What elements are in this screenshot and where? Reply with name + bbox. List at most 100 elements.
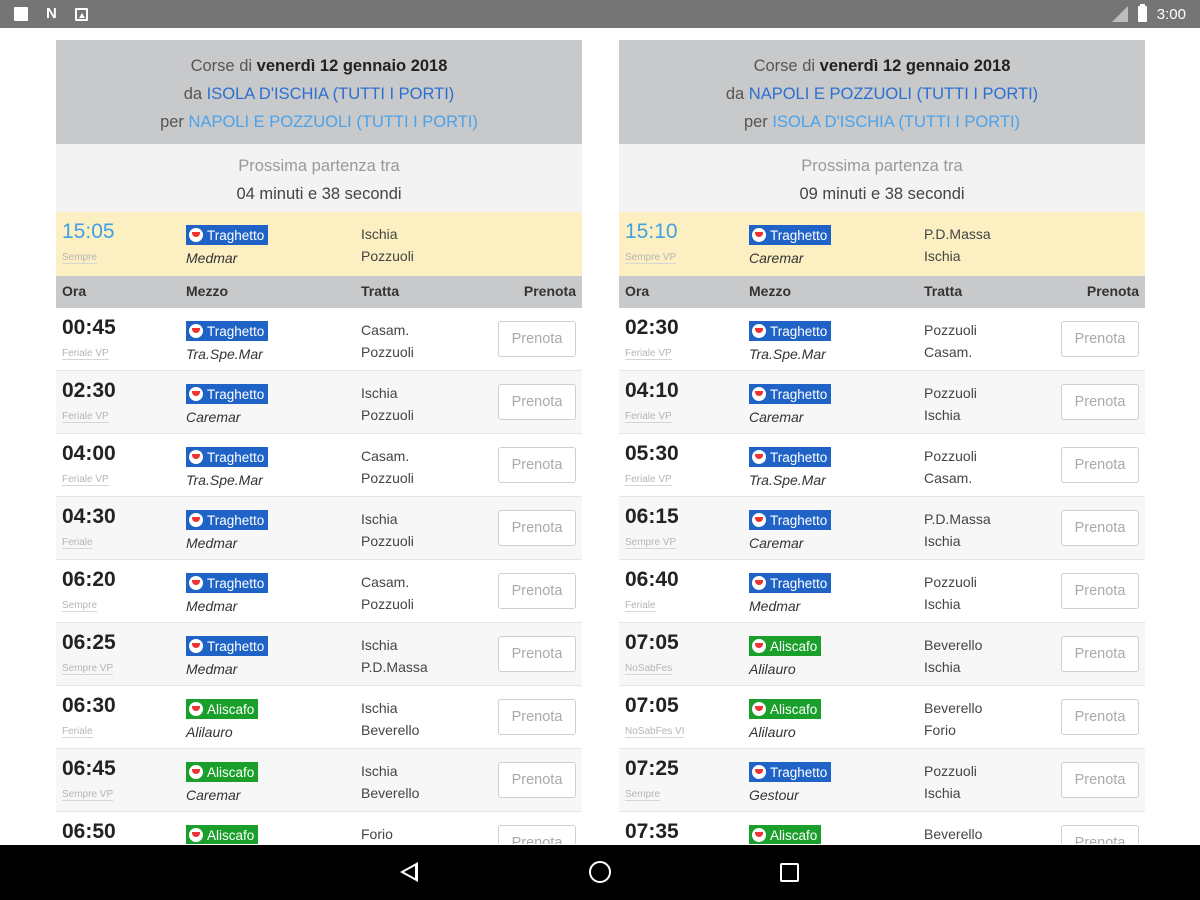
vessel-type-badge: Traghetto — [749, 573, 832, 593]
vessel-type: Traghetto — [770, 449, 828, 465]
route-from: Casam. — [361, 322, 410, 338]
prenota-button[interactable]: Prenota — [1061, 636, 1139, 672]
trip-row[interactable]: 06:40 Feriale Traghetto Medmar Pozzuoli Ischi… — [619, 560, 1145, 623]
company: Tra.Spe.Mar — [186, 472, 263, 488]
trip-time: 02:30 — [625, 316, 679, 339]
trip-row[interactable]: 06:25 Sempre VP Traghetto Medmar Ischia P.D.M… — [56, 623, 582, 686]
prenota-button[interactable]: Prenota — [498, 636, 576, 672]
trip-row[interactable]: 06:45 Sempre VP Aliscafo Caremar Ischia Bever… — [56, 749, 582, 812]
trip-row[interactable]: 07:25 Sempre Traghetto Gestour Pozzuoli Ischi… — [619, 749, 1145, 812]
prenota-button[interactable]: Prenota — [498, 447, 576, 483]
route-to: Beverello — [361, 722, 420, 738]
col-tratta: Tratta — [361, 283, 400, 299]
prenota-button[interactable]: Prenota — [498, 384, 576, 420]
table-header: Ora Mezzo Tratta Prenota — [619, 276, 1145, 308]
trip-time: 06:40 — [625, 568, 679, 591]
trip-row[interactable]: 04:00 Feriale VP Traghetto Tra.Spe.Mar Casam… — [56, 434, 582, 497]
trip-row[interactable]: 06:20 Sempre Traghetto Medmar Casam. Pozzuoli… — [56, 560, 582, 623]
route: Casam. Pozzuoli — [361, 445, 414, 489]
trip-row[interactable]: 05:30 Feriale VP Traghetto Tra.Spe.Mar Pozzu… — [619, 434, 1145, 497]
trip-row[interactable]: 02:30 Feriale VP Traghetto Caremar Ischia Poz… — [56, 371, 582, 434]
route-to: Pozzuoli — [361, 248, 414, 264]
prenota-button[interactable]: Prenota — [1061, 447, 1139, 483]
prenota-button[interactable]: Prenota — [498, 573, 576, 609]
prenota-button[interactable]: Prenota — [498, 321, 576, 357]
ship-icon — [189, 450, 203, 464]
trip-row[interactable]: 04:10 Feriale VP Traghetto Caremar Pozzuoli I… — [619, 371, 1145, 434]
vessel-type-badge: Traghetto — [749, 225, 832, 245]
vessel-type: Traghetto — [207, 512, 265, 528]
next-trip-row[interactable]: 15:10 Sempre VP Traghetto Caremar P.D.Ma… — [619, 212, 1145, 276]
trip-time: 04:10 — [625, 379, 679, 402]
ship-icon — [189, 828, 203, 842]
vessel-type-badge: Aliscafo — [749, 825, 822, 844]
prenota-button[interactable]: Prenota — [1061, 699, 1139, 735]
route-from: Ischia — [361, 226, 398, 242]
vessel-type-badge: Traghetto — [749, 447, 832, 467]
home-icon[interactable] — [589, 861, 611, 883]
prenota-button[interactable]: Prenota — [1061, 510, 1139, 546]
trip-calendar: Sempre — [625, 789, 661, 801]
status-bar: N 3:00 — [0, 0, 1200, 28]
prenota-button[interactable]: Prenota — [1061, 384, 1139, 420]
countdown: 09 minuti e 38 secondi — [799, 185, 965, 203]
ship-icon — [189, 639, 203, 653]
prenota-button[interactable]: Prenota — [498, 762, 576, 798]
trip-row[interactable]: 02:30 Feriale VP Traghetto Tra.Spe.Mar Pozzu… — [619, 308, 1145, 371]
trip-row[interactable]: 06:30 Feriale Aliscafo Alilauro Ischia Bevere… — [56, 686, 582, 749]
arrival-port-link[interactable]: NAPOLI E POZZUOLI (TUTTI I PORTI) — [189, 113, 478, 131]
route: Ischia Pozzuoli — [361, 382, 414, 426]
trip-time: 15:10 — [625, 220, 678, 243]
route: Beverello Forio — [924, 697, 982, 741]
trip-row[interactable]: 07:05 NoSabFes Aliscafo Alilauro Beverello Is… — [619, 623, 1145, 686]
next-trip-row[interactable]: 15:05 Sempre Traghetto Medmar Ischia Poz… — [56, 212, 582, 276]
company: Medmar — [186, 661, 238, 677]
back-icon[interactable] — [400, 862, 418, 882]
prenota-button[interactable]: Prenota — [1061, 825, 1139, 844]
ship-icon — [189, 324, 203, 338]
route-to: Pozzuoli — [361, 470, 414, 486]
route-to: Casam. — [924, 470, 973, 486]
prenota-button[interactable]: Prenota — [1061, 321, 1139, 357]
vessel-type-badge: Traghetto — [749, 510, 832, 530]
ship-icon — [189, 576, 203, 590]
route: Pozzuoli Casam. — [924, 445, 977, 489]
vessel-type: Traghetto — [770, 323, 828, 339]
ship-icon — [189, 228, 203, 242]
per-label: per — [743, 113, 768, 131]
trip-time: 07:05 — [625, 631, 679, 654]
route-from: Pozzuoli — [924, 574, 977, 590]
trip-calendar: Sempre VP — [62, 789, 114, 801]
departure-port-link[interactable]: ISOLA D'ISCHIA (TUTTI I PORTI) — [207, 85, 455, 103]
departure-port-link[interactable]: NAPOLI E POZZUOLI (TUTTI I PORTI) — [749, 85, 1038, 103]
trip-row[interactable]: 07:35 Aliscafo Beverello Prenota — [619, 812, 1145, 844]
prenota-button[interactable]: Prenota — [498, 825, 576, 844]
company: Caremar — [186, 787, 241, 803]
vessel-type-badge: Traghetto — [186, 225, 269, 245]
recent-apps-icon[interactable] — [780, 863, 799, 882]
route: Pozzuoli Ischia — [924, 760, 977, 804]
route: P.D.Massa Ischia — [924, 223, 991, 267]
trip-row[interactable]: 04:30 Feriale Traghetto Medmar Ischia Pozzuol… — [56, 497, 582, 560]
trip-row[interactable]: 00:45 Feriale VP Traghetto Tra.Spe.Mar Casam… — [56, 308, 582, 371]
route-to: Ischia — [924, 407, 961, 423]
prenota-button[interactable]: Prenota — [1061, 762, 1139, 798]
battery-icon — [1137, 4, 1147, 22]
prenota-button[interactable]: Prenota — [1061, 573, 1139, 609]
trip-time: 07:25 — [625, 757, 679, 780]
countdown: 04 minuti e 38 secondi — [236, 185, 402, 203]
trip-row[interactable]: 07:05 NoSabFes VI Aliscafo Alilauro Beverell… — [619, 686, 1145, 749]
route-to: P.D.Massa — [361, 659, 428, 675]
trip-row[interactable]: 06:15 Sempre VP Traghetto Caremar P.D.Massa I… — [619, 497, 1145, 560]
route-to: Ischia — [924, 659, 961, 675]
route: Ischia Pozzuoli — [361, 508, 414, 552]
corse-di-label: Corse di — [190, 57, 253, 75]
prenota-button[interactable]: Prenota — [498, 699, 576, 735]
prenota-button[interactable]: Prenota — [498, 510, 576, 546]
trip-calendar: Sempre VP — [62, 663, 114, 675]
arrival-port-link[interactable]: ISOLA D'ISCHIA (TUTTI I PORTI) — [772, 113, 1020, 131]
company: Alilauro — [186, 724, 233, 740]
company: Medmar — [186, 598, 238, 614]
route-from: Ischia — [361, 511, 398, 527]
trip-row[interactable]: 06:50 Aliscafo Forio Prenota — [56, 812, 582, 844]
